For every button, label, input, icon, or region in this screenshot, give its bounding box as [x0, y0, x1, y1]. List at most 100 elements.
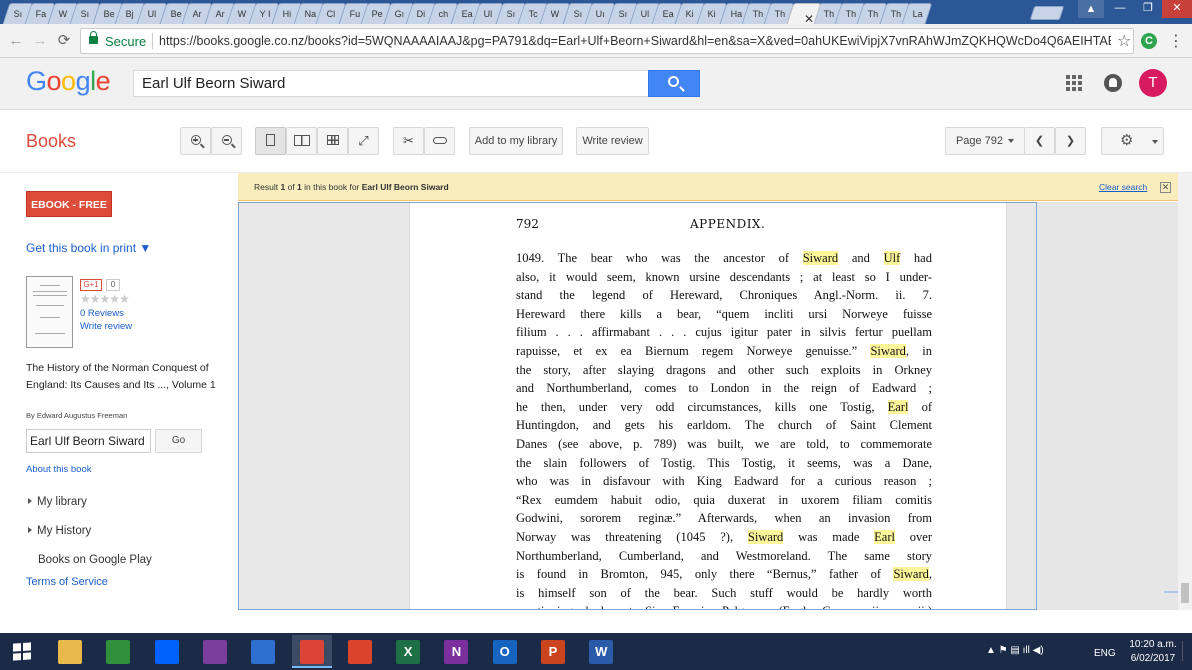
- book-page: 792 APPENDIX. 1049. The bear who was the…: [409, 203, 1007, 609]
- result-summary: Result 1 of 1 in this book for Earl Ulf …: [254, 182, 449, 192]
- taskbar-onedrive[interactable]: [243, 635, 283, 668]
- browser-menu-icon[interactable]: ⋮: [1168, 31, 1184, 51]
- show-desktop-button[interactable]: [1182, 641, 1190, 661]
- url-text[interactable]: https://books.google.co.nz/books?id=5WQN…: [159, 34, 1111, 48]
- text-run: and: [838, 251, 884, 265]
- about-this-book-link[interactable]: About this book: [26, 464, 92, 475]
- back-button[interactable]: ←: [6, 31, 26, 51]
- browser-tab[interactable]: La: [901, 3, 934, 24]
- previous-page-button[interactable]: ❮: [1024, 127, 1055, 155]
- next-page-button[interactable]: ❯: [1055, 127, 1086, 155]
- text-run: Danes (see above, p. 789) was built, we …: [516, 437, 932, 451]
- text-run: filium . . . affirmabant . . . cujus igi…: [516, 325, 932, 340]
- extension-icon[interactable]: C: [1141, 33, 1157, 49]
- system-tray[interactable]: ▲ ⚑ ▤ ıll ◀): [986, 645, 1044, 656]
- text-run: is found in Bromton, 945, only there “Be…: [516, 567, 894, 582]
- browser-tab-strip: Sı Fa W Sı Be Bj Ul Be Ar Ar W Y I Hi Na Cl Fu Pe Gı Di ch E…: [0, 0, 1192, 24]
- my-history-link[interactable]: My History: [28, 525, 91, 537]
- reload-button[interactable]: ⟳: [54, 31, 74, 51]
- text-run: who was in disfavour with King Eadward f…: [516, 474, 932, 489]
- notifications-bell-icon[interactable]: [1104, 74, 1122, 92]
- page-text-line: stand the legend of Hereward, Chroniques…: [516, 286, 932, 305]
- avatar[interactable]: T: [1139, 69, 1167, 97]
- ebook-free-button[interactable]: EBOOK - FREE: [26, 191, 112, 217]
- window-user-icon[interactable]: ▲: [1078, 0, 1104, 18]
- clock-time[interactable]: 10:20 a.m.: [1127, 639, 1179, 650]
- clip-button[interactable]: ✂: [393, 127, 424, 155]
- search-button[interactable]: [648, 70, 700, 97]
- close-tab-icon[interactable]: ✕: [798, 7, 814, 24]
- rating-stars[interactable]: ★★★★★: [80, 292, 130, 306]
- my-library-link[interactable]: My library: [28, 496, 87, 508]
- bookmark-star-icon[interactable]: ☆: [1117, 31, 1131, 51]
- clear-search-link[interactable]: Clear search: [1099, 182, 1147, 192]
- taskbar-powerpoint[interactable]: P: [533, 635, 573, 668]
- text-run: stand the legend of Hereward, Chroniques…: [516, 288, 932, 303]
- taskbar-paint-app[interactable]: [195, 635, 235, 668]
- taskbar-power-app[interactable]: [340, 635, 380, 668]
- taskbar-store[interactable]: [98, 635, 138, 668]
- page-text-line: also, it would seem, known ursine descen…: [516, 268, 932, 287]
- taskbar-outlook[interactable]: O: [485, 635, 525, 668]
- taskbar-file-explorer[interactable]: [50, 635, 90, 668]
- page-scrollbar[interactable]: [1178, 173, 1192, 610]
- scrollbar-thumb[interactable]: [1181, 583, 1189, 603]
- single-page-view-button[interactable]: [255, 127, 286, 155]
- text-run: rapuisse, et ex ea Biernum regem Norweye…: [516, 344, 871, 358]
- write-review-link[interactable]: Write review: [80, 321, 132, 332]
- book-author: By Edward Augustus Freeman: [26, 411, 128, 420]
- go-button[interactable]: Go: [155, 429, 202, 453]
- text-run: Hereward there kills a bear, “quem incli…: [516, 306, 932, 321]
- add-to-library-button[interactable]: Add to my library: [469, 127, 563, 155]
- link-button[interactable]: [424, 127, 455, 155]
- zoom-out-button[interactable]: [211, 127, 242, 155]
- text-run: Northumberland, Cumberland, and Westmore…: [516, 548, 932, 563]
- taskbar-dropbox[interactable]: [147, 635, 187, 668]
- page-text-line: rapuisse, et ex ea Biernum regem Norweye…: [516, 342, 932, 361]
- search-in-book-input[interactable]: [26, 429, 151, 453]
- taskbar-onenote[interactable]: N: [436, 635, 476, 668]
- windows-taskbar: X N O P W ▲ ⚑ ▤ ıll ◀) ENG 10:20 a.m. 6/02/2…: [0, 633, 1192, 670]
- input-language[interactable]: ENG: [1094, 648, 1116, 659]
- settings-button[interactable]: ⚙: [1101, 127, 1164, 155]
- new-tab-button[interactable]: [1029, 6, 1065, 20]
- taskbar-chrome[interactable]: [291, 635, 332, 668]
- search-input[interactable]: [133, 70, 649, 97]
- write-review-button[interactable]: Write review: [576, 127, 649, 155]
- page-selector[interactable]: Page 792: [945, 127, 1025, 155]
- reviews-link[interactable]: 0 Reviews: [80, 308, 124, 319]
- minimize-button[interactable]: —: [1106, 0, 1134, 18]
- thumbnail-view-button[interactable]: [317, 127, 348, 155]
- terms-of-service-link[interactable]: Terms of Service: [26, 576, 108, 588]
- forward-button[interactable]: →: [30, 31, 50, 51]
- chevron-down-icon: [1008, 139, 1015, 143]
- result-suffix: in this book for: [301, 182, 362, 192]
- close-icon[interactable]: ✕: [1160, 182, 1171, 193]
- google-logo[interactable]: Google: [26, 66, 111, 97]
- apps-grid-icon[interactable]: [1066, 75, 1082, 91]
- book-cover-thumbnail[interactable]: [26, 276, 73, 348]
- book-viewer[interactable]: 792 APPENDIX. 1049. The bear who was the…: [238, 202, 1037, 610]
- maximize-button[interactable]: ❐: [1134, 0, 1162, 18]
- books-on-google-play-link[interactable]: Books on Google Play: [38, 554, 152, 566]
- taskbar-excel[interactable]: X: [388, 635, 428, 668]
- fullscreen-button[interactable]: ⤢: [348, 127, 379, 155]
- taskbar-word[interactable]: W: [581, 635, 621, 668]
- zoom-in-button[interactable]: [180, 127, 211, 155]
- viewer-gutter: [1037, 202, 1178, 610]
- start-button[interactable]: [0, 633, 48, 670]
- search-highlight: Siward: [893, 567, 929, 582]
- two-page-view-button[interactable]: [286, 127, 317, 155]
- close-window-button[interactable]: ✕: [1162, 0, 1192, 18]
- google-plus-one-button[interactable]: G+1: [80, 279, 102, 291]
- omnibox[interactable]: Secure https://books.google.co.nz/books?…: [80, 28, 1134, 54]
- lock-icon: [89, 31, 98, 44]
- book-title: The History of the Norman Conquest of En…: [26, 362, 216, 391]
- chevron-down-icon: [1152, 140, 1158, 144]
- text-run: of: [908, 399, 932, 414]
- clock-date[interactable]: 6/02/2017: [1127, 653, 1179, 664]
- books-section-title[interactable]: Books: [26, 131, 76, 152]
- get-in-print-link[interactable]: Get this book in print ▼: [26, 241, 151, 255]
- zoom-out-icon: [221, 135, 232, 145]
- text-run: the story, after slaying dragons and oth…: [516, 362, 932, 377]
